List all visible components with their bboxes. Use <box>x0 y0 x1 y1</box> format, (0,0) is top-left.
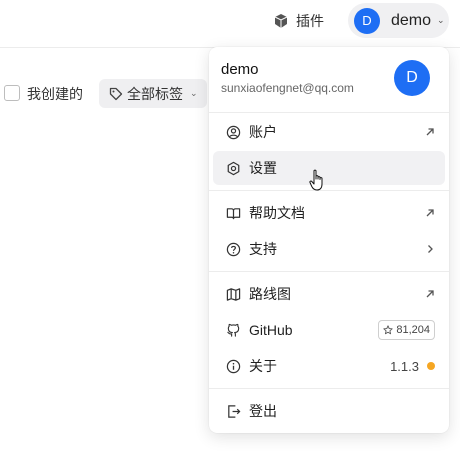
divider <box>209 388 449 389</box>
menu-item-about[interactable]: 关于 1.1.3 <box>213 349 445 383</box>
menu-user-name: demo <box>221 61 259 78</box>
menu-item-label: 路线图 <box>249 286 291 302</box>
menu-item-label: 设置 <box>249 160 277 176</box>
top-bar: 插件 D demo ⌄ <box>0 0 460 48</box>
tags-filter-button[interactable]: 全部标签 ⌄ <box>99 79 207 108</box>
hand-cursor-icon <box>309 169 323 191</box>
tags-filter-label: 全部标签 <box>127 85 183 102</box>
menu-item-account[interactable]: 账户 <box>213 115 445 149</box>
avatar: D <box>354 7 380 34</box>
star-badge: 81,204 <box>378 320 435 340</box>
chevron-right-icon <box>425 232 435 266</box>
info-icon <box>225 358 241 374</box>
menu-item-label: 账户 <box>249 124 277 140</box>
menu-item-label: GitHub <box>249 322 293 338</box>
my-created-label: 我创建的 <box>27 86 83 102</box>
menu-item-label: 帮助文档 <box>249 205 305 221</box>
help-circle-icon <box>225 241 241 257</box>
gear-icon <box>225 160 241 176</box>
menu-item-label: 登出 <box>249 403 277 419</box>
divider <box>209 112 449 113</box>
user-dropdown-menu: demo sunxiaofengnet@qq.com D 账户 设置 帮助文档 <box>209 47 449 433</box>
tag-icon <box>109 87 123 100</box>
user-circle-icon <box>225 124 241 140</box>
menu-user-email: sunxiaofengnet@qq.com <box>221 81 354 95</box>
divider <box>209 190 449 191</box>
plugins-label: 插件 <box>296 13 324 29</box>
divider <box>209 271 449 272</box>
arrow-up-right-icon <box>425 277 435 311</box>
menu-item-settings[interactable]: 设置 <box>213 151 445 185</box>
menu-item-roadmap[interactable]: 路线图 <box>213 277 445 311</box>
menu-item-support[interactable]: 支持 <box>213 232 445 266</box>
chevron-down-icon: ⌄ <box>190 88 198 98</box>
menu-avatar: D <box>394 60 430 96</box>
menu-item-help-docs[interactable]: 帮助文档 <box>213 196 445 230</box>
arrow-up-right-icon <box>425 196 435 230</box>
menu-item-logout[interactable]: 登出 <box>213 394 445 428</box>
menu-item-github[interactable]: GitHub 81,204 <box>213 313 445 347</box>
arrow-up-right-icon <box>425 115 435 149</box>
user-name: demo <box>391 11 432 29</box>
my-created-checkbox[interactable] <box>4 85 20 101</box>
menu-item-label: 关于 <box>249 358 277 374</box>
update-dot <box>427 362 435 370</box>
star-icon <box>383 325 393 335</box>
user-menu-button[interactable]: D demo ⌄ <box>348 3 449 38</box>
star-count: 81,204 <box>396 324 430 336</box>
github-icon <box>225 322 241 338</box>
logout-icon <box>225 403 241 419</box>
map-icon <box>225 286 241 302</box>
version-info: 1.1.3 <box>390 349 435 383</box>
version-label: 1.1.3 <box>390 358 419 374</box>
book-icon <box>225 205 241 221</box>
menu-item-label: 支持 <box>249 241 277 257</box>
chevron-down-icon: ⌄ <box>437 15 445 25</box>
github-stars[interactable]: 81,204 <box>378 313 435 347</box>
cube-icon <box>273 13 289 29</box>
plugins-button[interactable]: 插件 <box>273 9 324 33</box>
